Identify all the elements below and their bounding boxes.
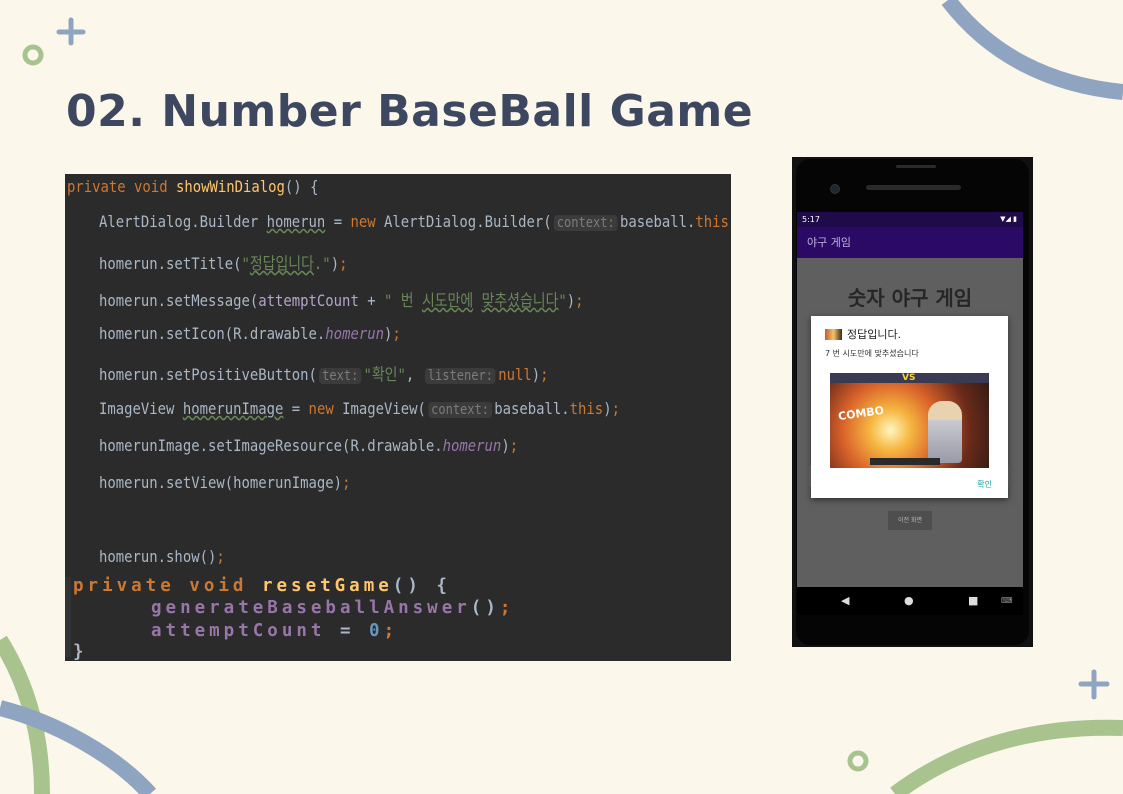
code-line-1: private void showWinDialog() {: [67, 177, 319, 196]
code-line-2: AlertDialog.Builder homerun = new AlertD…: [99, 212, 731, 231]
code-line-4: homerun.setMessage(attemptCount + " 번 시도…: [99, 291, 584, 310]
code-gutter: [65, 577, 71, 657]
status-time: 5:17: [802, 215, 820, 224]
code-line-3: homerun.setTitle("정답입니다.");: [99, 254, 348, 273]
image-combo-text: COMBO: [837, 403, 885, 424]
image-vs-text: VS: [902, 373, 916, 383]
code-line-9: homerun.setView(homerunImage);: [99, 473, 351, 492]
keyboard-icon[interactable]: ⌨: [1001, 594, 1013, 608]
dialog-message: 7 번 시도만에 맞추셨습니다: [825, 349, 919, 358]
home-icon[interactable]: ●: [904, 594, 914, 608]
win-dialog: 정답입니다. 7 번 시도만에 맞추셨습니다 VS COMBO 확인: [811, 316, 1008, 498]
param-hint: text:: [319, 368, 361, 384]
code-screenshot: private void showWinDialog() { AlertDial…: [65, 174, 731, 661]
camera-icon: [830, 184, 840, 194]
code-line-7: ImageView homerunImage = new ImageView(c…: [99, 399, 620, 418]
homerun-image: VS COMBO: [830, 373, 989, 468]
phone-screen: 5:17 ▼◢ ▮ 야구 게임 숫자 야구 게임 이전 화면 정답입니다. 7 …: [797, 212, 1023, 587]
code-line-10: homerun.show();: [99, 547, 225, 566]
phone-speaker-grille: [866, 185, 961, 190]
param-hint: context:: [554, 215, 618, 231]
top-left-ring-icon: [22, 44, 44, 66]
param-hint: listener:: [425, 368, 496, 384]
param-hint: context:: [428, 402, 492, 418]
game-title: 숫자 야구 게임: [847, 286, 973, 310]
dialog-title: 정답입니다.: [825, 326, 901, 342]
bottom-right-ring-icon: [847, 750, 869, 772]
code-line-8: homerunImage.setImageResource(R.drawable…: [99, 436, 519, 455]
top-right-arc: [941, 0, 1123, 100]
bottom-right-plus-icon: [1078, 669, 1110, 700]
top-left-plus-icon: [56, 17, 86, 46]
back-icon[interactable]: ◀: [841, 594, 849, 608]
bottom-left-blue-arc: [0, 700, 156, 794]
code-line-13: attemptCount = 0;: [151, 621, 399, 641]
android-nav-bar: ◀ ● ■ ⌨: [797, 587, 1023, 615]
previous-screen-button[interactable]: 이전 화면: [888, 511, 932, 530]
phone-earpiece: [896, 165, 936, 168]
code-line-14: }: [73, 642, 88, 661]
code-line-6: homerun.setPositiveButton(text: "확인", lis…: [99, 365, 549, 384]
status-bar: 5:17 ▼◢ ▮: [797, 212, 1023, 227]
dialog-title-text: 정답입니다.: [847, 328, 902, 341]
app-bar: 야구 게임: [797, 227, 1023, 258]
homerun-icon: [825, 328, 842, 340]
app-bar-title: 야구 게임: [807, 236, 851, 249]
dialog-confirm-button[interactable]: 확인: [977, 479, 992, 490]
code-line-12: generateBaseballAnswer();: [151, 598, 515, 618]
bottom-right-arc: [890, 719, 1123, 794]
code-line-5: homerun.setIcon(R.drawable.homerun);: [99, 324, 401, 343]
slide-title: 02. Number BaseBall Game: [66, 86, 754, 137]
recent-apps-icon[interactable]: ■: [968, 594, 978, 608]
image-bottom-bar: [870, 458, 940, 465]
status-icons: ▼◢ ▮: [1000, 215, 1017, 223]
code-line-11: private void resetGame() {: [73, 576, 451, 596]
baseball-player-figure: [928, 401, 962, 463]
